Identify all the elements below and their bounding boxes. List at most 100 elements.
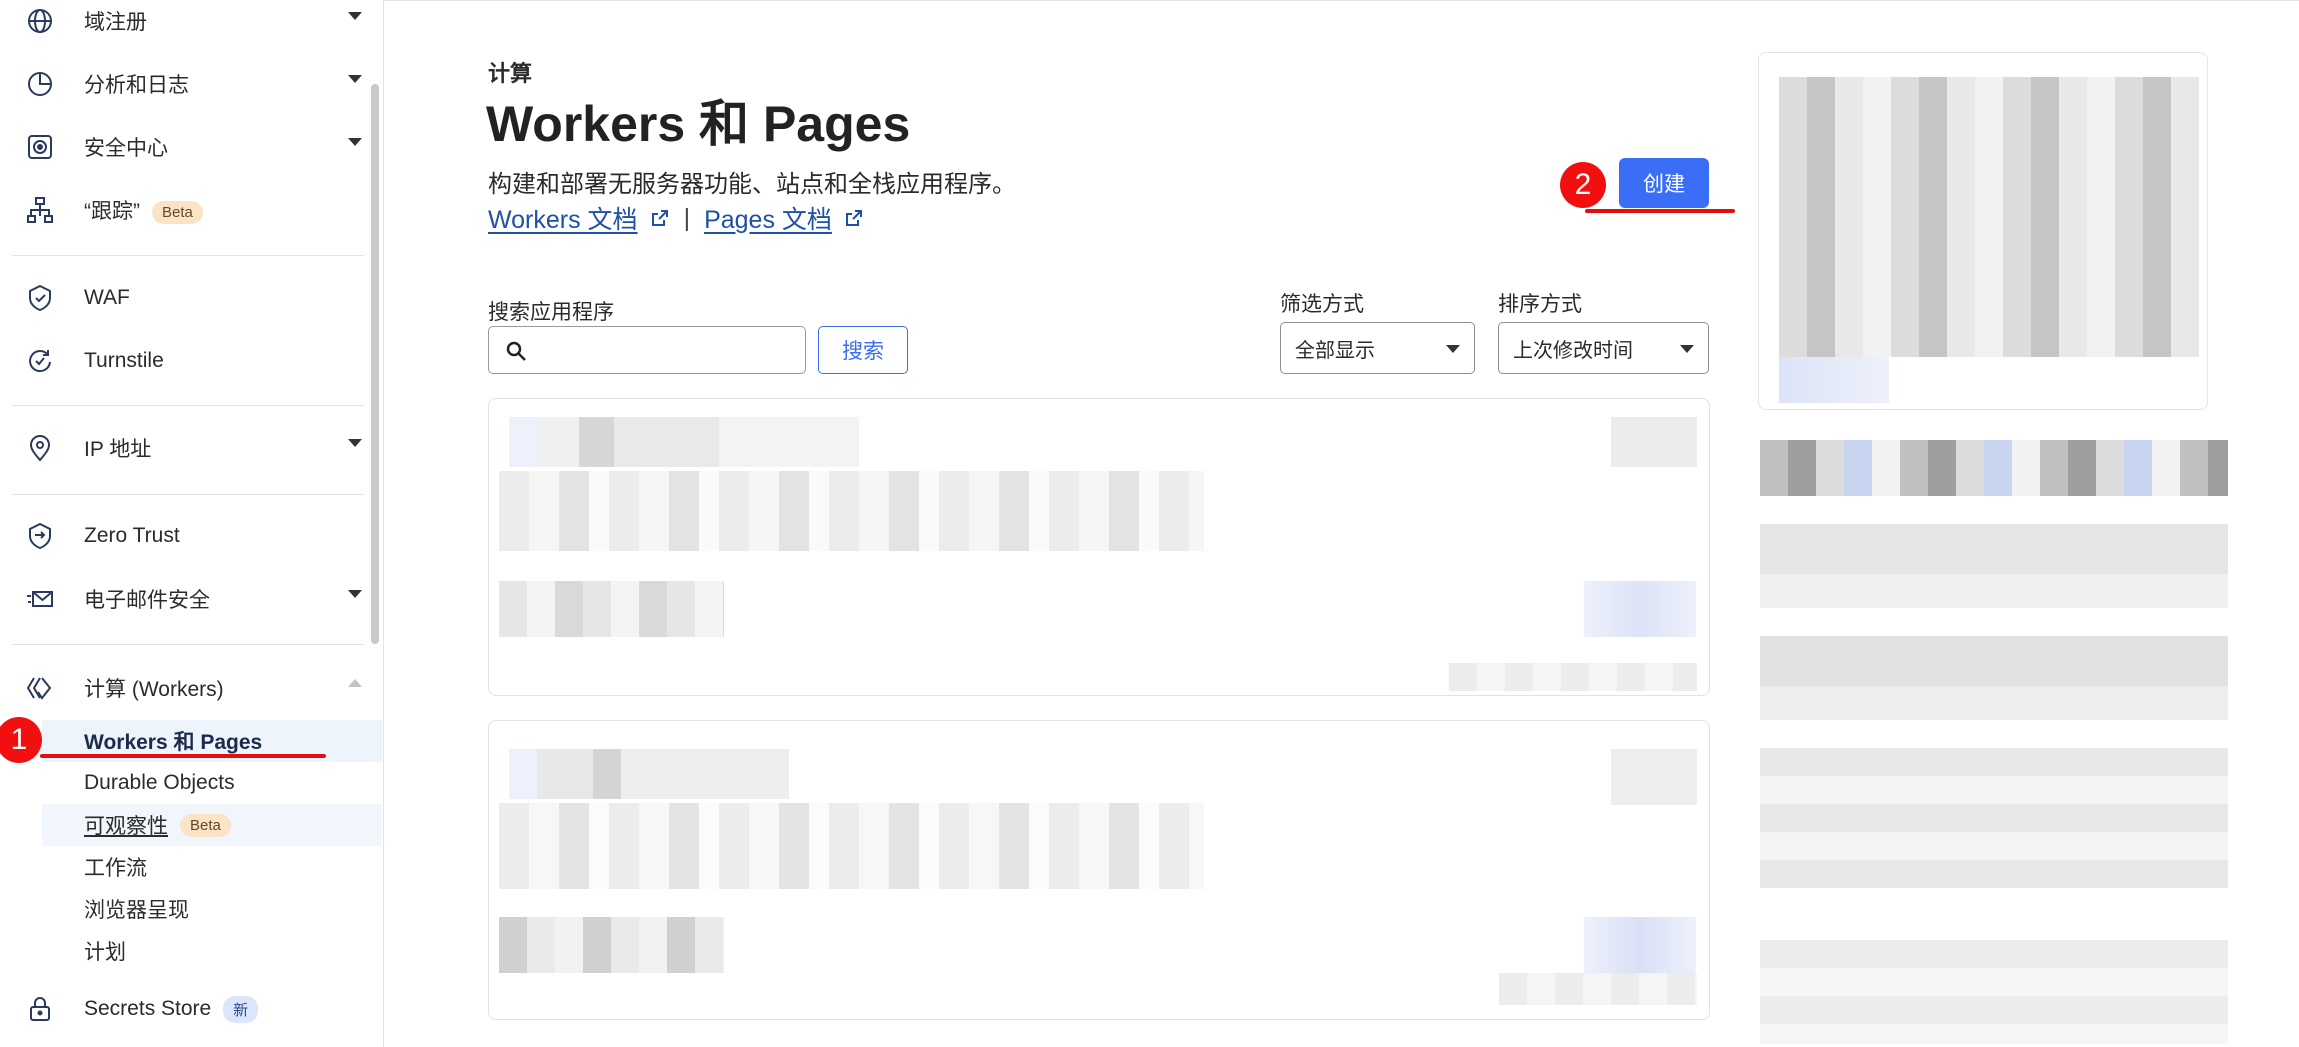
search-button[interactable]: 搜索 [818,326,908,374]
sidebar-item-label: “跟踪” Beta [84,195,203,225]
search-box[interactable] [488,326,806,374]
trace-network-icon [26,196,54,224]
blurred-app-status [1611,749,1697,805]
sidebar-subitem-observability[interactable]: 可观察性 Beta [42,804,382,846]
zero-trust-icon [26,522,54,550]
sort-select-value: 上次修改时间 [1513,339,1633,362]
sidebar-item-email-security[interactable]: 电子邮件安全 [0,571,372,627]
blurred-app-details [499,471,1204,551]
sidebar-item-zero-trust[interactable]: Zero Trust [0,508,372,564]
chevron-down-icon [348,439,362,447]
filter-label: 筛选方式 [1280,293,1364,316]
blurred-app-details [499,803,1204,889]
beta-badge: Beta [180,813,231,837]
new-badge: 新 [223,995,259,1023]
blurred-app-meta [499,581,724,637]
search-label: 搜索应用程序 [488,301,614,324]
blurred-info-row [1760,440,2228,496]
blurred-app-link [1584,917,1696,973]
sidebar-subitem-durable-objects[interactable]: Durable Objects [42,762,382,804]
sidebar-divider [12,644,364,645]
workers-icon [26,674,54,702]
pages-docs-link[interactable]: Pages 文档 [704,200,864,236]
workers-docs-link[interactable]: Workers 文档 [488,200,670,236]
filter-select[interactable]: 全部显示 [1280,322,1475,374]
sidebar-item-label: Secrets Store 新 [84,995,259,1023]
blurred-app-name [509,417,859,467]
chevron-down-icon [1446,345,1460,353]
location-pin-icon [26,434,54,462]
sidebar-item-label: 电子邮件安全 [84,589,210,612]
blurred-app-updated [1499,973,1697,1005]
sidebar-item-secrets-store[interactable]: Secrets Store 新 [0,981,372,1037]
sidebar-item-label: Turnstile [84,349,164,372]
sidebar-subitem-plans[interactable]: 计划 [42,930,382,972]
search-icon [506,341,526,361]
turnstile-icon [26,347,54,375]
globe-icon [26,7,54,35]
waf-shield-icon [26,284,54,312]
sidebar-item-compute-workers[interactable]: 计算 (Workers) [0,660,372,716]
search-input[interactable] [537,335,797,365]
sidebar-item-label: Zero Trust [84,524,180,547]
page-description: 构建和部署无服务器功能、站点和全栈应用程序。 [488,171,1016,198]
sidebar-subitem-browser-rendering[interactable]: 浏览器呈现 [42,888,382,930]
blurred-panel-content [1779,77,2199,357]
app-card[interactable] [488,398,1710,696]
pie-chart-icon [26,70,54,98]
blurred-app-meta [499,917,724,973]
top-rule [384,0,2299,1]
chevron-down-icon [348,75,362,83]
sidebar-subitem-workflows[interactable]: 工作流 [42,846,382,888]
annotation-underline-2 [1585,209,1735,213]
sidebar-item-security-center[interactable]: 安全中心 [0,119,372,175]
blurred-app-link [1584,581,1696,637]
sidebar-item-analytics-logs[interactable]: 分析和日志 [0,56,372,112]
chevron-up-icon [348,679,362,687]
blurred-app-status [1611,417,1697,467]
shield-target-icon [26,133,54,161]
blurred-panel-link [1779,357,1889,403]
blurred-info-row [1760,524,2228,608]
sidebar-item-label: 安全中心 [84,137,168,160]
sidebar-item-label: 域注册 [84,11,147,34]
blurred-app-updated [1449,663,1697,691]
sidebar: 域注册 分析和日志 安全中心 “跟踪” Beta WAF Turnstile I… [0,0,384,1047]
sidebar-scrollbar[interactable] [371,84,379,644]
sidebar-item-waf[interactable]: WAF [0,270,372,326]
sidebar-item-label: IP 地址 [84,438,152,461]
chevron-down-icon [348,138,362,146]
chevron-down-icon [348,590,362,598]
app-card[interactable] [488,720,1710,1020]
sidebar-item-trace[interactable]: “跟踪” Beta [0,182,372,238]
sidebar-item-ip-address[interactable]: IP 地址 [0,420,372,476]
sidebar-divider [12,255,364,256]
sidebar-item-trace-text: “跟踪” [84,200,140,223]
doc-links: Workers 文档 | Pages 文档 [488,200,864,236]
chevron-down-icon [348,12,362,20]
sidebar-item-turnstile[interactable]: Turnstile [0,333,372,389]
page-title: Workers 和 Pages [486,96,911,152]
side-panel-card [1758,52,2208,410]
sidebar-divider [12,405,364,406]
sidebar-item-label: WAF [84,286,130,309]
sort-select[interactable]: 上次修改时间 [1498,322,1709,374]
doc-separator: | [683,203,691,232]
sort-label: 排序方式 [1498,293,1582,316]
pages-docs-text: Pages 文档 [704,206,832,234]
blurred-info-row [1760,940,2228,1044]
email-security-icon [26,585,54,613]
blurred-info-row [1760,748,2228,888]
blurred-info-row [1760,636,2228,720]
annotation-marker-2: 2 [1560,162,1606,208]
annotation-underline-1 [40,754,326,758]
sidebar-item-secrets-text: Secrets Store [84,996,212,1020]
external-link-icon [651,210,668,226]
sidebar-divider [12,494,364,495]
sidebar-item-label: 分析和日志 [84,74,189,97]
blurred-app-name [509,749,789,799]
workers-docs-text: Workers 文档 [488,206,638,234]
sidebar-subitem-label: 可观察性 [84,815,168,838]
sidebar-item-domain-registration[interactable]: 域注册 [0,0,372,49]
create-button[interactable]: 创建 [1619,158,1709,208]
